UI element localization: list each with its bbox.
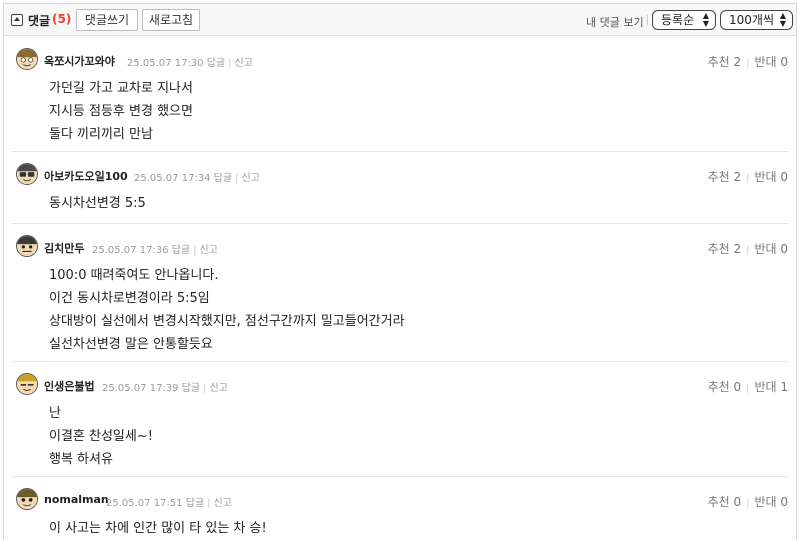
comment-title: 댓글 [28, 14, 51, 28]
comment-toolbar: 댓글 (5) 댓글쓰기 새로고침 내 댓글 보기 등록순 ▲ ▼ 100개씩 ▲ ▼ [4, 4, 796, 36]
comment-meta: 25.05.07 17:30 답글 | 신고 [127, 58, 253, 69]
comment-text-line: 둘다 끼리끼리 만남 [49, 127, 153, 142]
comment-text-line: 100:0 때려죽여도 안나옵니다. [49, 268, 219, 283]
comment-text-line: 난 [49, 406, 61, 421]
comment-item: 아보카도오일100 25.05.07 17:34 답글 | 신고 추천 2 | 반대 0… [4, 152, 796, 222]
page-size-select[interactable]: 100개씩 ▲ ▼ [720, 10, 793, 30]
reply-link[interactable]: 답글 [172, 245, 190, 256]
comment-section: 댓글 (5) 댓글쓰기 새로고침 내 댓글 보기 등록순 ▲ ▼ 100개씩 ▲ ▼… [3, 3, 797, 540]
comment-datetime: 25.05.07 17:34 [134, 173, 211, 184]
avatar-icon [16, 235, 38, 257]
reply-link[interactable]: 답글 [207, 58, 225, 69]
report-link[interactable]: 신고 [214, 498, 232, 509]
comment-text-line: 상대방이 실선에서 변경시작했지만, 점선구간까지 밀고들어간거라 [49, 314, 405, 329]
comment-author[interactable]: 인생은불법 [44, 378, 95, 394]
avatar-icon [16, 48, 38, 70]
comment-text-line: 이건 동시차로변경이라 5:5임 [49, 291, 210, 306]
comment-item: 옥쪼시가꼬와야 25.05.07 17:30 답글 | 신고 추천 2 | 반대 0 가… [4, 37, 796, 151]
recommend-button[interactable]: 추천 0 [708, 380, 742, 394]
my-comments-link[interactable]: 내 댓글 보기 [586, 14, 644, 30]
comment-datetime: 25.05.07 17:36 [92, 245, 169, 256]
toolbar-divider [647, 15, 648, 25]
recommend-button[interactable]: 추천 2 [708, 170, 742, 184]
comment-item: 인생은불법 25.05.07 17:39 답글 | 신고 추천 0 | 반대 1 난 이… [4, 362, 796, 476]
oppose-button[interactable]: 반대 1 [754, 380, 788, 394]
comment-author[interactable]: nomalman [44, 493, 109, 506]
comment-item: 김치만두 25.05.07 17:36 답글 | 신고 추천 2 | 반대 0 100:… [4, 224, 796, 360]
comment-author[interactable]: 아보카도오일100 [44, 168, 128, 184]
oppose-button[interactable]: 반대 0 [754, 170, 788, 184]
comment-text-line: 행복 하셔유 [49, 452, 113, 467]
report-link[interactable]: 신고 [200, 245, 218, 256]
comment-author[interactable]: 옥쪼시가꼬와야 [44, 53, 115, 69]
comment-text-line: 동시차선변경 5:5 [49, 196, 146, 211]
comment-meta: 25.05.07 17:36 답글 | 신고 [92, 245, 218, 256]
oppose-button[interactable]: 반대 0 [754, 242, 788, 256]
comment-datetime: 25.05.07 17:30 [127, 58, 204, 69]
comment-meta: 25.05.07 17:34 답글 | 신고 [134, 173, 260, 184]
comment-meta: 25.05.07 17:51 답글 | 신고 [106, 498, 232, 509]
avatar-icon [16, 488, 38, 510]
comment-datetime: 25.05.07 17:51 [106, 498, 183, 509]
comment-votes: 추천 2 | 반대 0 [707, 55, 788, 69]
reply-link[interactable]: 답글 [214, 173, 232, 184]
comment-text-line: 지시등 점등후 변경 했으면 [49, 104, 193, 119]
reply-link[interactable]: 답글 [186, 498, 204, 509]
oppose-button[interactable]: 반대 0 [754, 55, 788, 69]
comment-votes: 추천 0 | 반대 0 [707, 495, 788, 509]
collapse-toggle-icon[interactable] [11, 14, 23, 26]
comment-votes: 추천 0 | 반대 1 [707, 380, 788, 394]
comment-text-line: 이결혼 찬성일세~! [49, 429, 153, 444]
report-link[interactable]: 신고 [210, 383, 228, 394]
comment-item: nomalman 25.05.07 17:51 답글 | 신고 추천 0 | 반대 0 … [4, 477, 796, 541]
comment-votes: 추천 2 | 반대 0 [707, 170, 788, 184]
sort-select[interactable]: 등록순 ▲ ▼ [652, 10, 716, 30]
refresh-button[interactable]: 새로고침 [142, 9, 200, 31]
reply-link[interactable]: 답글 [182, 383, 200, 394]
recommend-button[interactable]: 추천 2 [708, 242, 742, 256]
write-comment-button[interactable]: 댓글쓰기 [76, 9, 138, 31]
comment-count: (5) [52, 12, 72, 26]
report-link[interactable]: 신고 [235, 58, 253, 69]
comment-text-line: 실선차선변경 말은 안통할듯요 [49, 337, 213, 352]
comment-votes: 추천 2 | 반대 0 [707, 242, 788, 256]
recommend-button[interactable]: 추천 0 [708, 495, 742, 509]
page-size-select-value: 100개씩 [729, 13, 774, 27]
avatar-icon [16, 373, 38, 395]
avatar-icon [16, 163, 38, 185]
recommend-button[interactable]: 추천 2 [708, 55, 742, 69]
sort-select-value: 등록순 [661, 13, 695, 27]
oppose-button[interactable]: 반대 0 [754, 495, 788, 509]
up-down-arrow-icon: ▲ ▼ [779, 11, 786, 28]
comment-text-line: 이 사고는 차에 인간 많이 타 있는 차 승! [49, 521, 267, 536]
comment-meta: 25.05.07 17:39 답글 | 신고 [102, 383, 228, 394]
up-down-arrow-icon: ▲ ▼ [702, 11, 709, 28]
comment-datetime: 25.05.07 17:39 [102, 383, 179, 394]
comment-author[interactable]: 김치만두 [44, 240, 84, 256]
comment-text-line: 가던길 가고 교차로 지나서 [49, 81, 193, 96]
report-link[interactable]: 신고 [242, 173, 260, 184]
